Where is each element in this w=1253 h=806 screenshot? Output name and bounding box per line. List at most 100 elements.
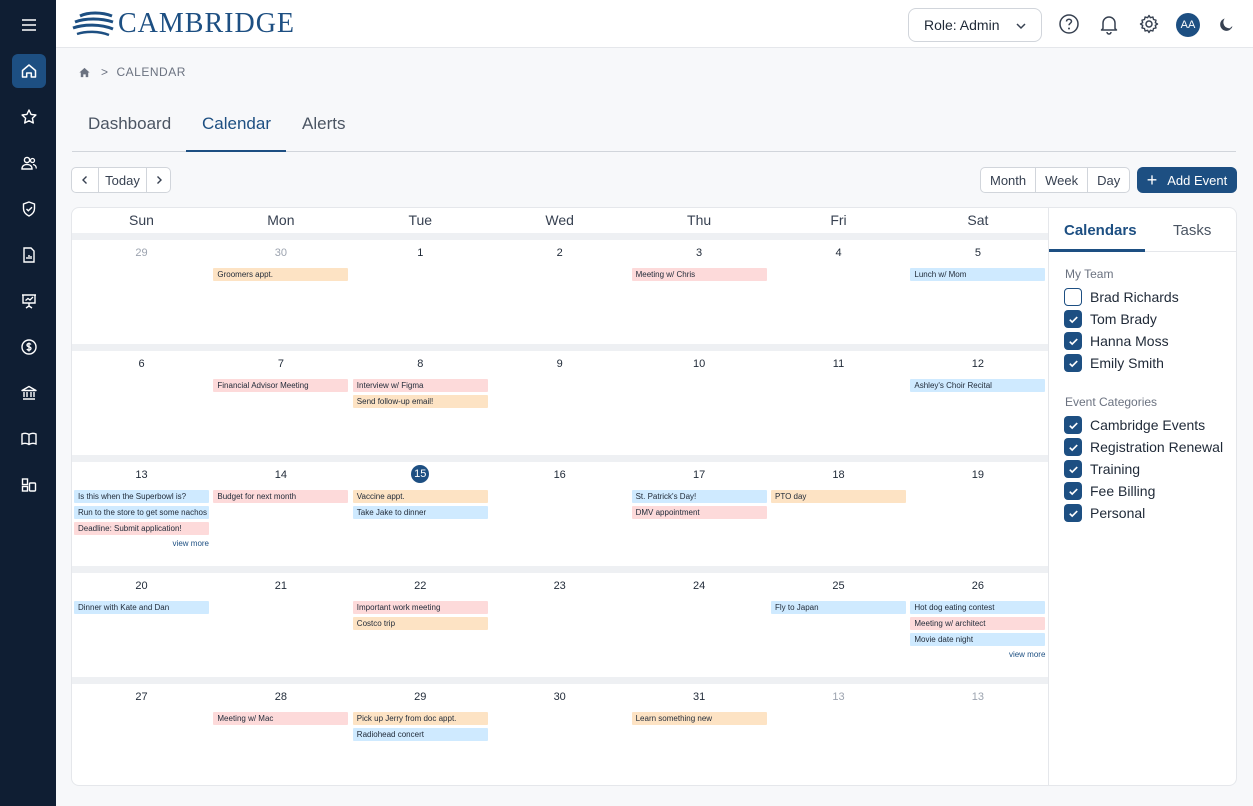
calendar-event[interactable]: Hot dog eating contest bbox=[910, 601, 1046, 614]
role-select[interactable]: Role: Admin bbox=[908, 8, 1042, 42]
layout-icon[interactable] bbox=[12, 468, 46, 502]
day-cell[interactable]: 7 Financial Advisor Meeting bbox=[211, 351, 350, 448]
team-member-checkbox-row[interactable]: Hanna Moss bbox=[1064, 332, 1169, 350]
calendar-event[interactable]: Deadline: Submit application! bbox=[74, 522, 209, 535]
calendar-event[interactable]: Financial Advisor Meeting bbox=[213, 379, 349, 392]
day-cell[interactable]: 10 bbox=[630, 351, 769, 448]
day-cell[interactable]: 15 Vaccine appt. Take Jake to dinner bbox=[351, 462, 490, 559]
day-cell[interactable]: 31 Learn something new bbox=[630, 684, 769, 781]
checkbox-checked-icon[interactable] bbox=[1064, 310, 1082, 328]
day-cell[interactable]: 9 bbox=[490, 351, 629, 448]
day-cell[interactable]: 8 Interview w/ Figma Send follow-up email! bbox=[351, 351, 490, 448]
day-cell[interactable]: 25 Fly to Japan bbox=[769, 573, 908, 670]
report-icon[interactable] bbox=[12, 238, 46, 272]
team-member-checkbox-row[interactable]: Brad Richards bbox=[1064, 288, 1179, 306]
day-cell[interactable]: 30 Groomers appt. bbox=[211, 240, 350, 337]
calendar-event[interactable]: Fly to Japan bbox=[771, 601, 906, 614]
day-cell[interactable]: 28 Meeting w/ Mac bbox=[211, 684, 350, 781]
day-cell[interactable]: 13 bbox=[908, 684, 1047, 781]
calendar-event[interactable]: Pick up Jerry from doc appt. bbox=[352, 712, 488, 725]
category-checkbox-row[interactable]: Cambridge Events bbox=[1064, 416, 1205, 434]
calendar-event[interactable]: Dinner with Kate and Dan bbox=[74, 601, 209, 614]
tab-tasks[interactable]: Tasks bbox=[1173, 222, 1211, 239]
brand-logo[interactable]: CAMBRIDGE bbox=[72, 10, 295, 38]
prev-button[interactable] bbox=[72, 168, 98, 192]
calendar-event[interactable]: Important work meeting bbox=[352, 601, 488, 614]
calendar-event[interactable]: Budget for next month bbox=[213, 490, 349, 503]
day-cell[interactable]: 4 bbox=[769, 240, 908, 337]
presentation-chart-icon[interactable] bbox=[12, 284, 46, 318]
view-month-button[interactable]: Month bbox=[981, 168, 1035, 192]
avatar[interactable]: AA bbox=[1176, 13, 1200, 37]
calendar-event[interactable]: Movie date night bbox=[910, 633, 1046, 646]
day-cell[interactable]: 27 bbox=[72, 684, 211, 781]
calendar-event[interactable]: Take Jake to dinner bbox=[352, 506, 488, 519]
calendar-event[interactable]: Radiohead concert bbox=[352, 728, 488, 741]
view-day-button[interactable]: Day bbox=[1087, 168, 1129, 192]
next-button[interactable] bbox=[146, 168, 170, 192]
home-icon[interactable] bbox=[12, 54, 46, 88]
checkbox-checked-icon[interactable] bbox=[1064, 438, 1082, 456]
calendar-event[interactable]: Vaccine appt. bbox=[352, 490, 488, 503]
checkbox-checked-icon[interactable] bbox=[1064, 332, 1082, 350]
day-cell[interactable]: 1 bbox=[351, 240, 490, 337]
calendar-event[interactable]: St. Patrick's Day! bbox=[631, 490, 767, 503]
home-icon[interactable] bbox=[78, 66, 91, 79]
team-member-checkbox-row[interactable]: Emily Smith bbox=[1064, 354, 1164, 372]
calendar-event[interactable]: Meeting w/ Mac bbox=[213, 712, 349, 725]
day-cell[interactable]: 24 bbox=[630, 573, 769, 670]
calendar-event[interactable]: Is this when the Superbowl is? bbox=[74, 490, 209, 503]
tab-calendar[interactable]: Calendar bbox=[202, 114, 271, 152]
day-cell[interactable]: 18 PTO day bbox=[769, 462, 908, 559]
bell-icon[interactable] bbox=[1098, 13, 1120, 35]
day-cell[interactable]: 19 bbox=[908, 462, 1047, 559]
people-icon[interactable] bbox=[12, 146, 46, 180]
tab-alerts[interactable]: Alerts bbox=[302, 114, 345, 152]
category-checkbox-row[interactable]: Fee Billing bbox=[1064, 482, 1155, 500]
day-cell[interactable]: 13 bbox=[769, 684, 908, 781]
today-button[interactable]: Today bbox=[98, 168, 146, 192]
calendar-event[interactable]: Send follow-up email! bbox=[352, 395, 488, 408]
checkbox-checked-icon[interactable] bbox=[1064, 504, 1082, 522]
team-member-checkbox-row[interactable]: Tom Brady bbox=[1064, 310, 1157, 328]
day-cell[interactable]: 13 Is this when the Superbowl is? Run to t… bbox=[72, 462, 211, 559]
checkbox-empty-icon[interactable] bbox=[1064, 288, 1082, 306]
day-cell[interactable]: 2 bbox=[490, 240, 629, 337]
tab-calendars[interactable]: Calendars bbox=[1064, 222, 1137, 239]
day-cell[interactable]: 29 bbox=[72, 240, 211, 337]
calendar-event[interactable]: Interview w/ Figma bbox=[352, 379, 488, 392]
menu-icon[interactable] bbox=[12, 8, 46, 42]
calendar-event[interactable]: Costco trip bbox=[352, 617, 488, 630]
day-cell[interactable]: 17 St. Patrick's Day! DMV appointment bbox=[630, 462, 769, 559]
day-cell[interactable]: 22 Important work meeting Costco trip bbox=[351, 573, 490, 670]
calendar-event[interactable]: Meeting w/ architect bbox=[910, 617, 1046, 630]
checkbox-checked-icon[interactable] bbox=[1064, 460, 1082, 478]
day-cell[interactable]: 29 Pick up Jerry from doc appt. Radiohead … bbox=[351, 684, 490, 781]
calendar-event[interactable]: Lunch w/ Mom bbox=[910, 268, 1046, 281]
calendar-event[interactable]: Meeting w/ Chris bbox=[631, 268, 767, 281]
checkbox-checked-icon[interactable] bbox=[1064, 354, 1082, 372]
day-cell[interactable]: 26 Hot dog eating contest Meeting w/ archi… bbox=[908, 573, 1047, 670]
view-week-button[interactable]: Week bbox=[1035, 168, 1087, 192]
day-cell[interactable]: 21 bbox=[211, 573, 350, 670]
day-cell[interactable]: 23 bbox=[490, 573, 629, 670]
category-checkbox-row[interactable]: Training bbox=[1064, 460, 1140, 478]
view-more-link[interactable]: view more bbox=[910, 650, 1045, 659]
gear-icon[interactable] bbox=[1138, 13, 1160, 35]
book-icon[interactable] bbox=[12, 422, 46, 456]
checkbox-checked-icon[interactable] bbox=[1064, 482, 1082, 500]
day-cell[interactable]: 6 bbox=[72, 351, 211, 448]
add-event-button[interactable]: + Add Event bbox=[1137, 167, 1237, 193]
bank-icon[interactable] bbox=[12, 376, 46, 410]
category-checkbox-row[interactable]: Registration Renewal bbox=[1064, 438, 1223, 456]
shield-icon[interactable] bbox=[12, 192, 46, 226]
moon-icon[interactable] bbox=[1216, 13, 1238, 35]
day-cell[interactable]: 12 Ashley's Choir Recital bbox=[908, 351, 1047, 448]
checkbox-checked-icon[interactable] bbox=[1064, 416, 1082, 434]
star-icon[interactable] bbox=[12, 100, 46, 134]
calendar-event[interactable]: PTO day bbox=[771, 490, 906, 503]
dollar-icon[interactable] bbox=[12, 330, 46, 364]
calendar-event[interactable]: Groomers appt. bbox=[213, 268, 349, 281]
tab-dashboard[interactable]: Dashboard bbox=[88, 114, 171, 152]
day-cell[interactable]: 14 Budget for next month bbox=[211, 462, 350, 559]
